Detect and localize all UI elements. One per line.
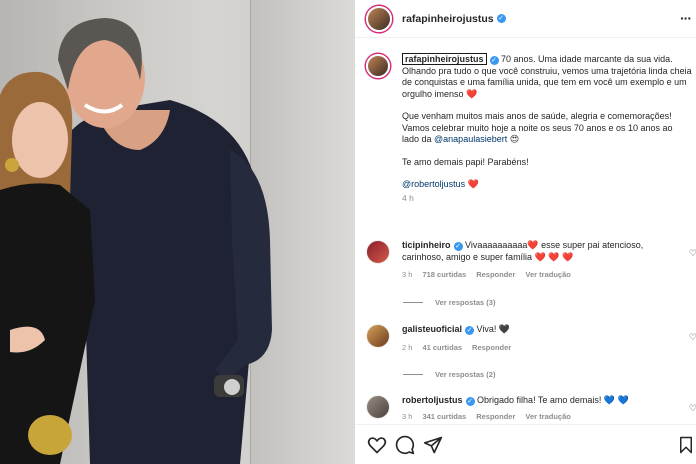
- comment-like-icon[interactable]: ♡: [689, 332, 696, 343]
- author-username[interactable]: rafapinheirojustus: [402, 13, 494, 25]
- comment: ticipinheiro ✓ Vivaaaaaaaaaa❤️ esse super…: [366, 240, 696, 281]
- heart-icon[interactable]: [367, 435, 387, 455]
- replies-divider: [403, 302, 423, 303]
- comment-likes[interactable]: 718 curtidas: [422, 269, 466, 281]
- commenter-avatar[interactable]: [366, 240, 390, 264]
- comment-icon[interactable]: [395, 435, 415, 455]
- verified-icon: ✓: [465, 326, 475, 335]
- translate-button[interactable]: Ver tradução: [525, 269, 570, 281]
- view-replies-button[interactable]: Ver respostas (3): [403, 298, 495, 307]
- caption-username[interactable]: rafapinheirojustus: [402, 53, 487, 65]
- verified-icon: ✓: [489, 56, 499, 65]
- heart-eyes-emoji: 😍: [509, 134, 520, 144]
- caption-text-3: Te amo demais papi! Parabéns!: [402, 156, 529, 167]
- comment-text: Viva! 🖤: [476, 324, 511, 334]
- author-avatar[interactable]: [366, 5, 392, 32]
- more-options-icon[interactable]: ···: [680, 10, 692, 26]
- view-replies-label[interactable]: Ver respostas (3): [435, 298, 495, 307]
- verified-icon: ✓: [465, 397, 475, 406]
- comment-like-icon[interactable]: ♡: [689, 248, 696, 259]
- reply-button[interactable]: Responder: [476, 411, 515, 423]
- photo-people-illustration: [0, 18, 272, 464]
- view-replies-label[interactable]: Ver respostas (2): [435, 370, 495, 379]
- heart-emoji: ❤️: [467, 179, 479, 189]
- post-photo: [0, 0, 354, 464]
- comment-time[interactable]: 3 h: [402, 269, 412, 281]
- comment-like-icon[interactable]: ♡: [689, 403, 696, 414]
- replies-divider: [403, 374, 423, 375]
- reply-button[interactable]: Responder: [476, 269, 515, 281]
- reply-button[interactable]: Responder: [472, 342, 511, 354]
- post-side-panel: rafapinheirojustus ✓ ··· rafapinheirojus…: [354, 0, 696, 464]
- caption-timestamp[interactable]: 4 h: [402, 193, 692, 205]
- translate-button[interactable]: Ver tradução: [525, 411, 570, 423]
- comment-time[interactable]: 2 h: [402, 342, 412, 354]
- share-icon[interactable]: [423, 435, 443, 455]
- comment: galisteuoficial ✓ Viva! 🖤 2 h 41 curtidas…: [366, 324, 696, 353]
- comment-likes[interactable]: 41 curtidas: [422, 342, 462, 354]
- verified-icon: ✓: [453, 242, 463, 251]
- commenter-username[interactable]: ticipinheiro: [402, 240, 451, 250]
- mention-link[interactable]: @anapaulasiebert: [434, 134, 507, 144]
- mention-link[interactable]: @robertoljustus: [402, 179, 465, 189]
- commenter-avatar[interactable]: [366, 324, 390, 348]
- verified-icon: ✓: [496, 14, 506, 23]
- post-header: rafapinheirojustus ✓ ···: [355, 0, 696, 38]
- post-caption: rafapinheirojustus ✓ 70 anos. Uma idade m…: [366, 53, 694, 205]
- post-action-bar: [355, 424, 696, 464]
- commenter-username[interactable]: robertoljustus: [402, 395, 463, 405]
- comment-text: Obrigado filha! Te amo demais! 💙 💙: [477, 395, 629, 405]
- view-replies-button[interactable]: Ver respostas (2): [403, 370, 495, 379]
- comment-likes[interactable]: 341 curtidas: [422, 411, 466, 423]
- bookmark-icon[interactable]: [677, 435, 695, 455]
- commenter-username[interactable]: galisteuoficial: [402, 324, 462, 334]
- commenter-avatar[interactable]: [366, 395, 390, 419]
- caption-avatar[interactable]: [366, 54, 390, 78]
- comment: robertoljustus ✓ Obrigado filha! Te amo d…: [366, 395, 696, 422]
- heart-emoji: ❤️: [466, 88, 478, 99]
- comment-time[interactable]: 3 h: [402, 411, 412, 423]
